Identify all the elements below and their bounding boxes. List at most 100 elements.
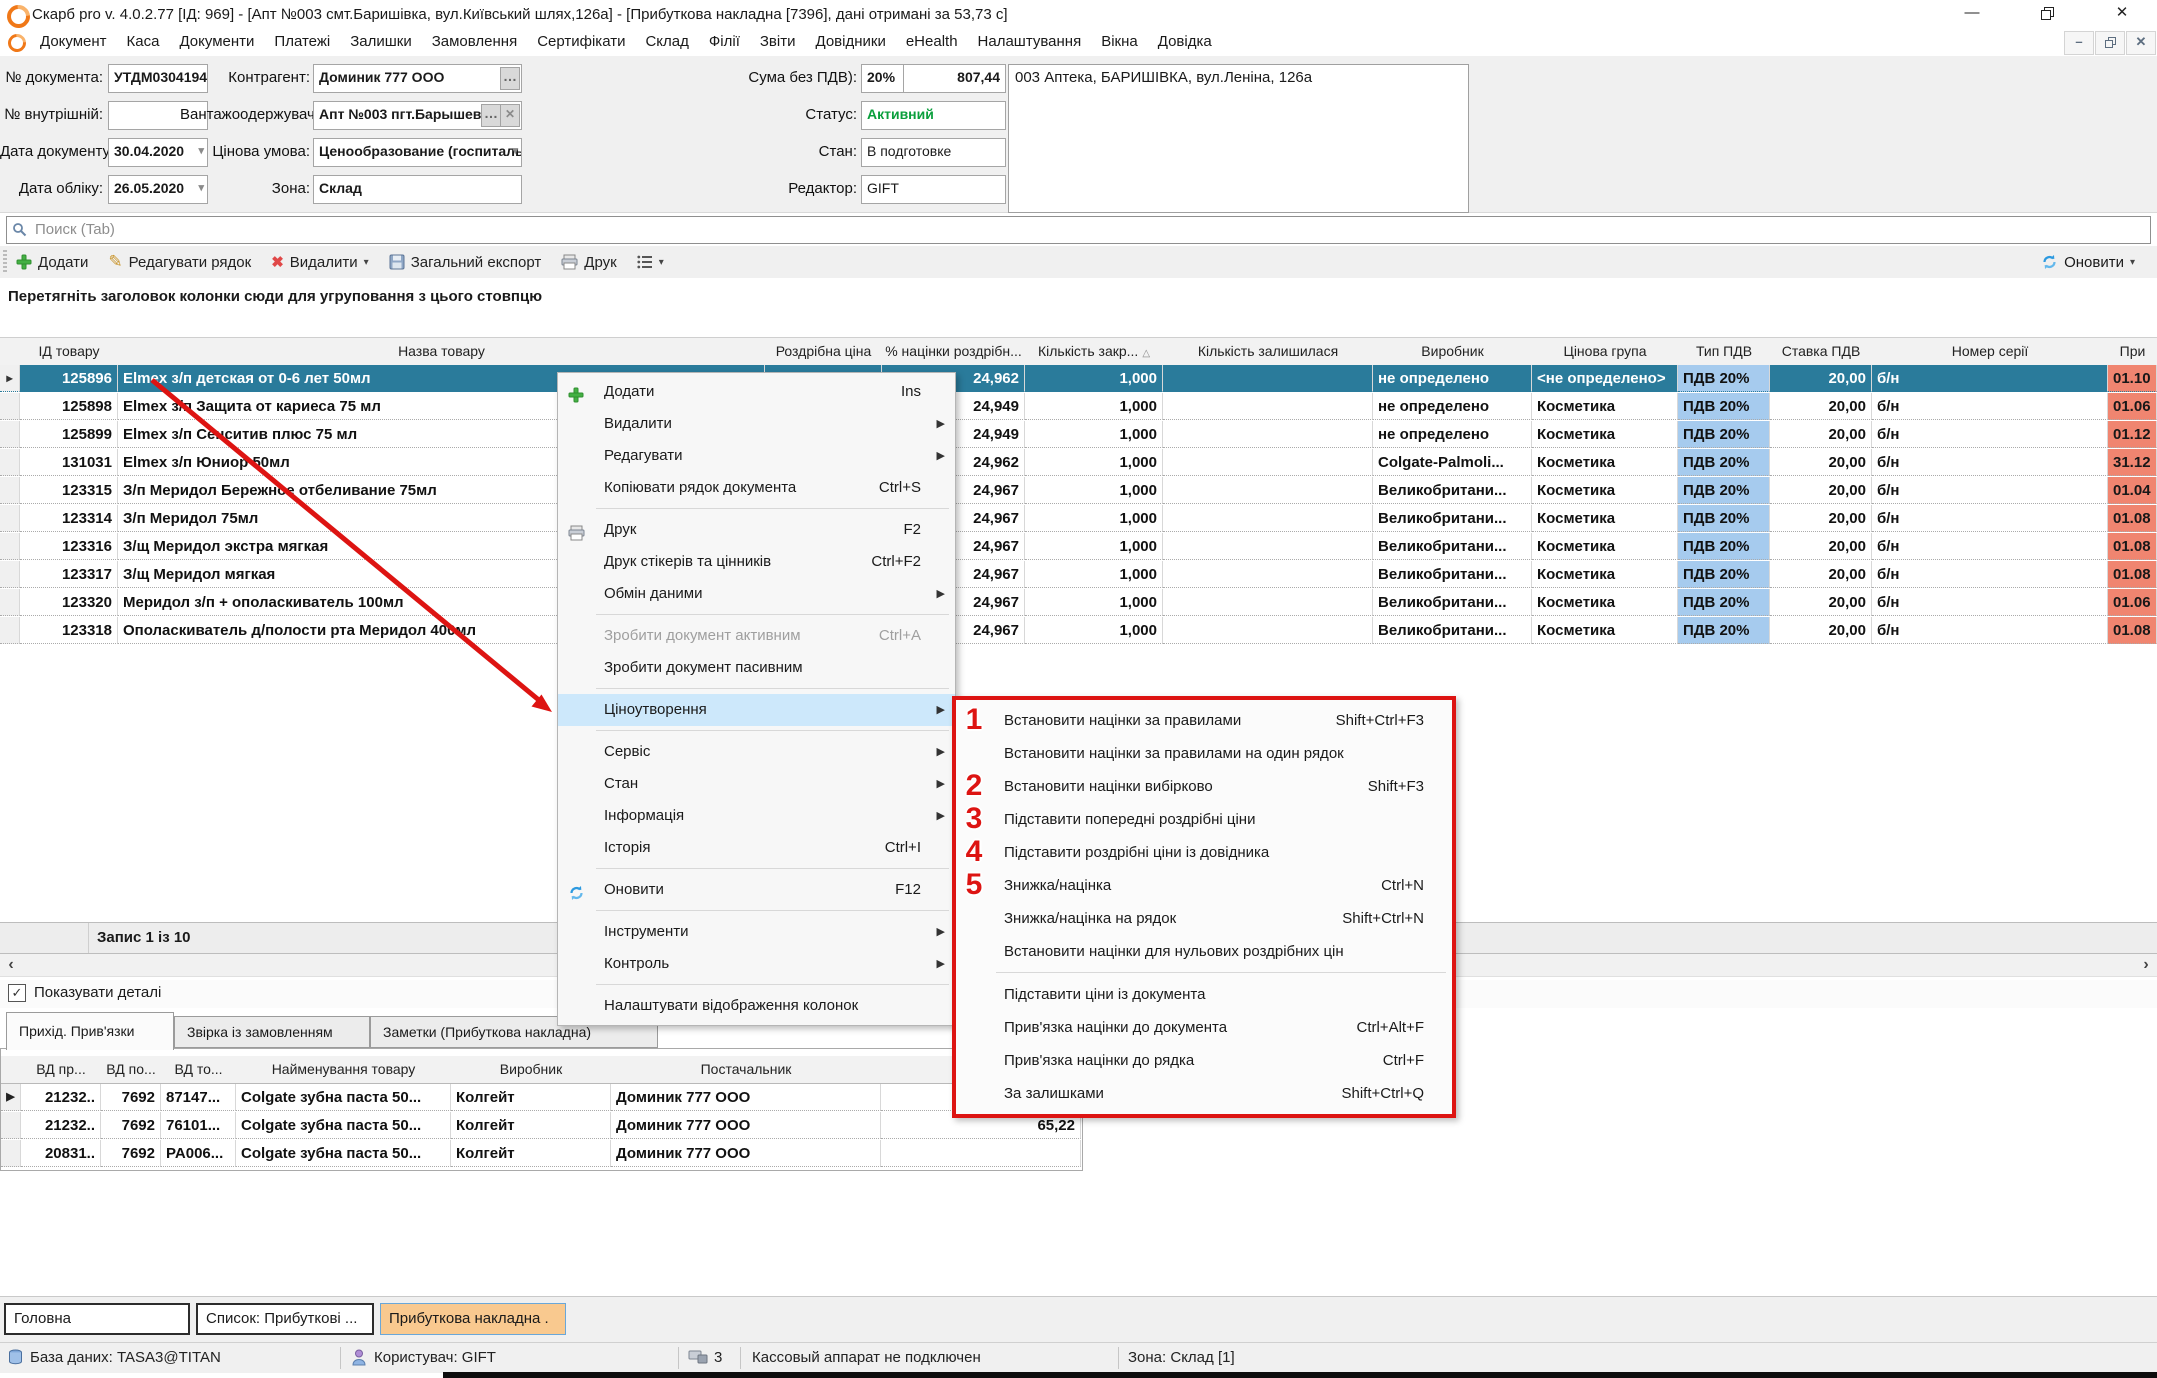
search-input[interactable]: Поиск (Tab) [6, 216, 2151, 244]
menu-item-Вікна[interactable]: Вікна [1091, 28, 1148, 56]
detail-table-row[interactable]: 21232..769276101...Colgate зубна паста 5… [1, 1112, 1081, 1140]
detail-table-row[interactable]: 20831..7692PA006...Colgate зубна паста 5… [1, 1140, 1081, 1168]
restore-button[interactable] [2030, 2, 2064, 24]
context-menu-item-Друк[interactable]: ДрукF2 [558, 514, 955, 546]
window-tab-list[interactable]: Список: Прибуткові ... [196, 1303, 374, 1335]
table-row[interactable]: 123314З/п Меридол 75мл24,9671,000Великоб… [0, 505, 2157, 533]
mdi-restore-button[interactable] [2095, 31, 2125, 55]
add-button[interactable]: Додати [16, 254, 88, 271]
context-menu-item-Стан[interactable]: Стан [558, 768, 955, 800]
toolbar-grip[interactable] [3, 250, 7, 274]
scroll-left-icon[interactable]: ‹ [2, 954, 20, 976]
detail-column-header-4[interactable]: Найменування товару [236, 1056, 452, 1084]
consignee-input[interactable]: Апт №003 пгт.Барышевка, ул.К [313, 101, 522, 130]
table-row[interactable]: 131031Elmex з/п Юниор 50мл24,9621,000Col… [0, 449, 2157, 477]
column-header-price[interactable]: Роздрібна ціна [765, 338, 883, 366]
table-row[interactable]: 123320Меридол з/п + ополаскиватель 100мл… [0, 589, 2157, 617]
mdi-minimize-button[interactable]: – [2064, 31, 2094, 55]
show-details-checkbox[interactable] [8, 984, 26, 1002]
close-button[interactable]: ✕ [2105, 2, 2139, 24]
submenu-item-Прив'язка націнки до документа[interactable]: Прив'язка націнки до документаCtrl+Alt+F [956, 1011, 1452, 1044]
column-header-serial[interactable]: Номер серії [1872, 338, 2109, 366]
menu-item-Сертифікати[interactable]: Сертифікати [527, 28, 635, 56]
context-menu-item-Оновити[interactable]: ОновитиF12 [558, 874, 955, 906]
zone-input[interactable]: Склад [313, 175, 522, 204]
menu-item-Звіти[interactable]: Звіти [750, 28, 806, 56]
menu-item-Документи[interactable]: Документи [169, 28, 264, 56]
menu-item-Замовлення[interactable]: Замовлення [422, 28, 527, 56]
detail-column-header-0[interactable] [1, 1056, 22, 1084]
tab-order-check[interactable]: Звірка із замовленням [174, 1016, 370, 1048]
context-menu-item-Контроль[interactable]: Контроль [558, 948, 955, 980]
menu-item-Каса[interactable]: Каса [117, 28, 170, 56]
sum-no-vat-input[interactable]: 807,44 [903, 64, 1006, 93]
submenu-item-Підставити роздрібні ціни із довідника[interactable]: Підставити роздрібні ціни із довідника [956, 836, 1452, 869]
detail-column-header-3[interactable]: ВД то... [161, 1056, 237, 1084]
context-menu-item-Копіювати рядок документа[interactable]: Копіювати рядок документаCtrl+S [558, 472, 955, 504]
menu-item-Платежі[interactable]: Платежі [264, 28, 340, 56]
chevron-down-icon[interactable] [512, 139, 518, 164]
submenu-item-Підставити попередні роздрібні ціни[interactable]: Підставити попередні роздрібні ціни [956, 803, 1452, 836]
context-menu-item-Сервіс[interactable]: Сервіс [558, 736, 955, 768]
column-header-rate[interactable]: Ставка ПДВ [1770, 338, 1873, 366]
detail-column-header-2[interactable]: ВД по... [101, 1056, 162, 1084]
column-header-date[interactable]: При [2108, 338, 2157, 366]
column-header-maker[interactable]: Виробник [1373, 338, 1533, 366]
table-row[interactable]: 123315З/п Меридол Бережное отбеливание 7… [0, 477, 2157, 505]
context-menu-item-Ціноутворення[interactable]: Ціноутворення [558, 694, 955, 726]
submenu-item-Встановити націнки для нульових роздрібних цін[interactable]: Встановити націнки для нульових роздрібн… [956, 935, 1452, 968]
context-menu-item-Інструменти[interactable]: Інструменти [558, 916, 955, 948]
browse-icon[interactable] [481, 104, 501, 127]
submenu-item-Знижка/націнка на рядок[interactable]: Знижка/націнка на рядокShift+Ctrl+N [956, 902, 1452, 935]
mdi-close-button[interactable]: ✕ [2126, 31, 2156, 55]
menu-item-Документ[interactable]: Документ [30, 28, 117, 56]
scroll-right-icon[interactable]: › [2137, 954, 2155, 976]
export-button[interactable]: Загальний експорт [389, 254, 542, 271]
window-tab-invoice[interactable]: Прибуткова накладна . [380, 1303, 566, 1335]
column-header-group[interactable]: Цінова група [1532, 338, 1679, 366]
table-row[interactable]: 125896Elmex з/п детская от 0-6 лет 50мл2… [0, 365, 2157, 393]
context-menu-item-Редагувати[interactable]: Редагувати [558, 440, 955, 472]
context-menu-item-Додати[interactable]: ДодатиIns [558, 376, 955, 408]
submenu-item-Знижка/націнка[interactable]: Знижка/націнкаCtrl+N [956, 869, 1452, 902]
edit-row-button[interactable]: ✎ Редагувати рядок [108, 252, 251, 272]
table-row[interactable]: 123317З/щ Меридол мягкая24,9671,000Велик… [0, 561, 2157, 589]
submenu-item-Прив'язка націнки до рядка[interactable]: Прив'язка націнки до рядкаCtrl+F [956, 1044, 1452, 1077]
menu-item-Склад[interactable]: Склад [635, 28, 698, 56]
price-condition-select[interactable]: Ценообразование (госпиталь) [313, 138, 522, 167]
column-header-ind[interactable] [0, 338, 21, 366]
context-menu-item-Налаштувати відображення колонок[interactable]: Налаштувати відображення колонок [558, 990, 955, 1022]
window-tab-home[interactable]: Головна [4, 1303, 190, 1335]
context-menu-item-Зробити документ пасивним[interactable]: Зробити документ пасивним [558, 652, 955, 684]
column-header-vat[interactable]: Тип ПДВ [1678, 338, 1771, 366]
table-row[interactable]: 123318Ополаскиватель д/полости рта Мерид… [0, 617, 2157, 645]
table-row[interactable]: 125898Elmex з/п Защита от кариеса 75 мл2… [0, 393, 2157, 421]
detail-table-row[interactable]: 21232..769287147...Colgate зубна паста 5… [1, 1084, 1081, 1112]
column-header-remain[interactable]: Кількість залишилася [1163, 338, 1374, 366]
print-button[interactable]: Друк [561, 254, 616, 271]
table-row[interactable]: 125899Elmex з/п Сенситив плюс 75 мл24,94… [0, 421, 2157, 449]
submenu-item-Встановити націнки за правилами[interactable]: Встановити націнки за правиламиShift+Ctr… [956, 704, 1452, 737]
column-header-name[interactable]: Назва товару [118, 338, 766, 366]
menu-item-Довідники[interactable]: Довідники [806, 28, 896, 56]
browse-icon[interactable] [500, 67, 520, 90]
context-menu-item-Історія[interactable]: ІсторіяCtrl+I [558, 832, 955, 864]
delete-button[interactable]: ✖ Видалити [271, 253, 368, 271]
context-menu-item-Інформація[interactable]: Інформація [558, 800, 955, 832]
table-row[interactable]: 123316З/щ Меридол экстра мягкая24,9671,0… [0, 533, 2157, 561]
context-menu-item-Обмін даними[interactable]: Обмін даними [558, 578, 955, 610]
menu-item-Довідка[interactable]: Довідка [1148, 28, 1222, 56]
tab-incoming-bindings[interactable]: Прихід. Прив'язки [6, 1012, 174, 1050]
detail-column-header-6[interactable]: Постачальник [611, 1056, 882, 1084]
column-header-pct[interactable]: % націнки роздрібн... [882, 338, 1026, 366]
menu-item-eHealth[interactable]: eHealth [896, 28, 968, 56]
submenu-item-Встановити націнки вибірково[interactable]: Встановити націнки вибірковоShift+F3 [956, 770, 1452, 803]
layout-button[interactable] [637, 255, 664, 269]
column-header-qty[interactable]: Кількість закр...△ [1025, 338, 1164, 366]
detail-column-header-1[interactable]: ВД пр... [21, 1056, 102, 1084]
context-menu-item-Видалити[interactable]: Видалити [558, 408, 955, 440]
minimize-button[interactable]: — [1955, 2, 1989, 24]
detail-column-header-5[interactable]: Виробник [451, 1056, 612, 1084]
submenu-item-Встановити націнки за правилами на один рядок[interactable]: Встановити націнки за правилами на один … [956, 737, 1452, 770]
context-menu-item-Друк стікерів та цінників[interactable]: Друк стікерів та цінниківCtrl+F2 [558, 546, 955, 578]
